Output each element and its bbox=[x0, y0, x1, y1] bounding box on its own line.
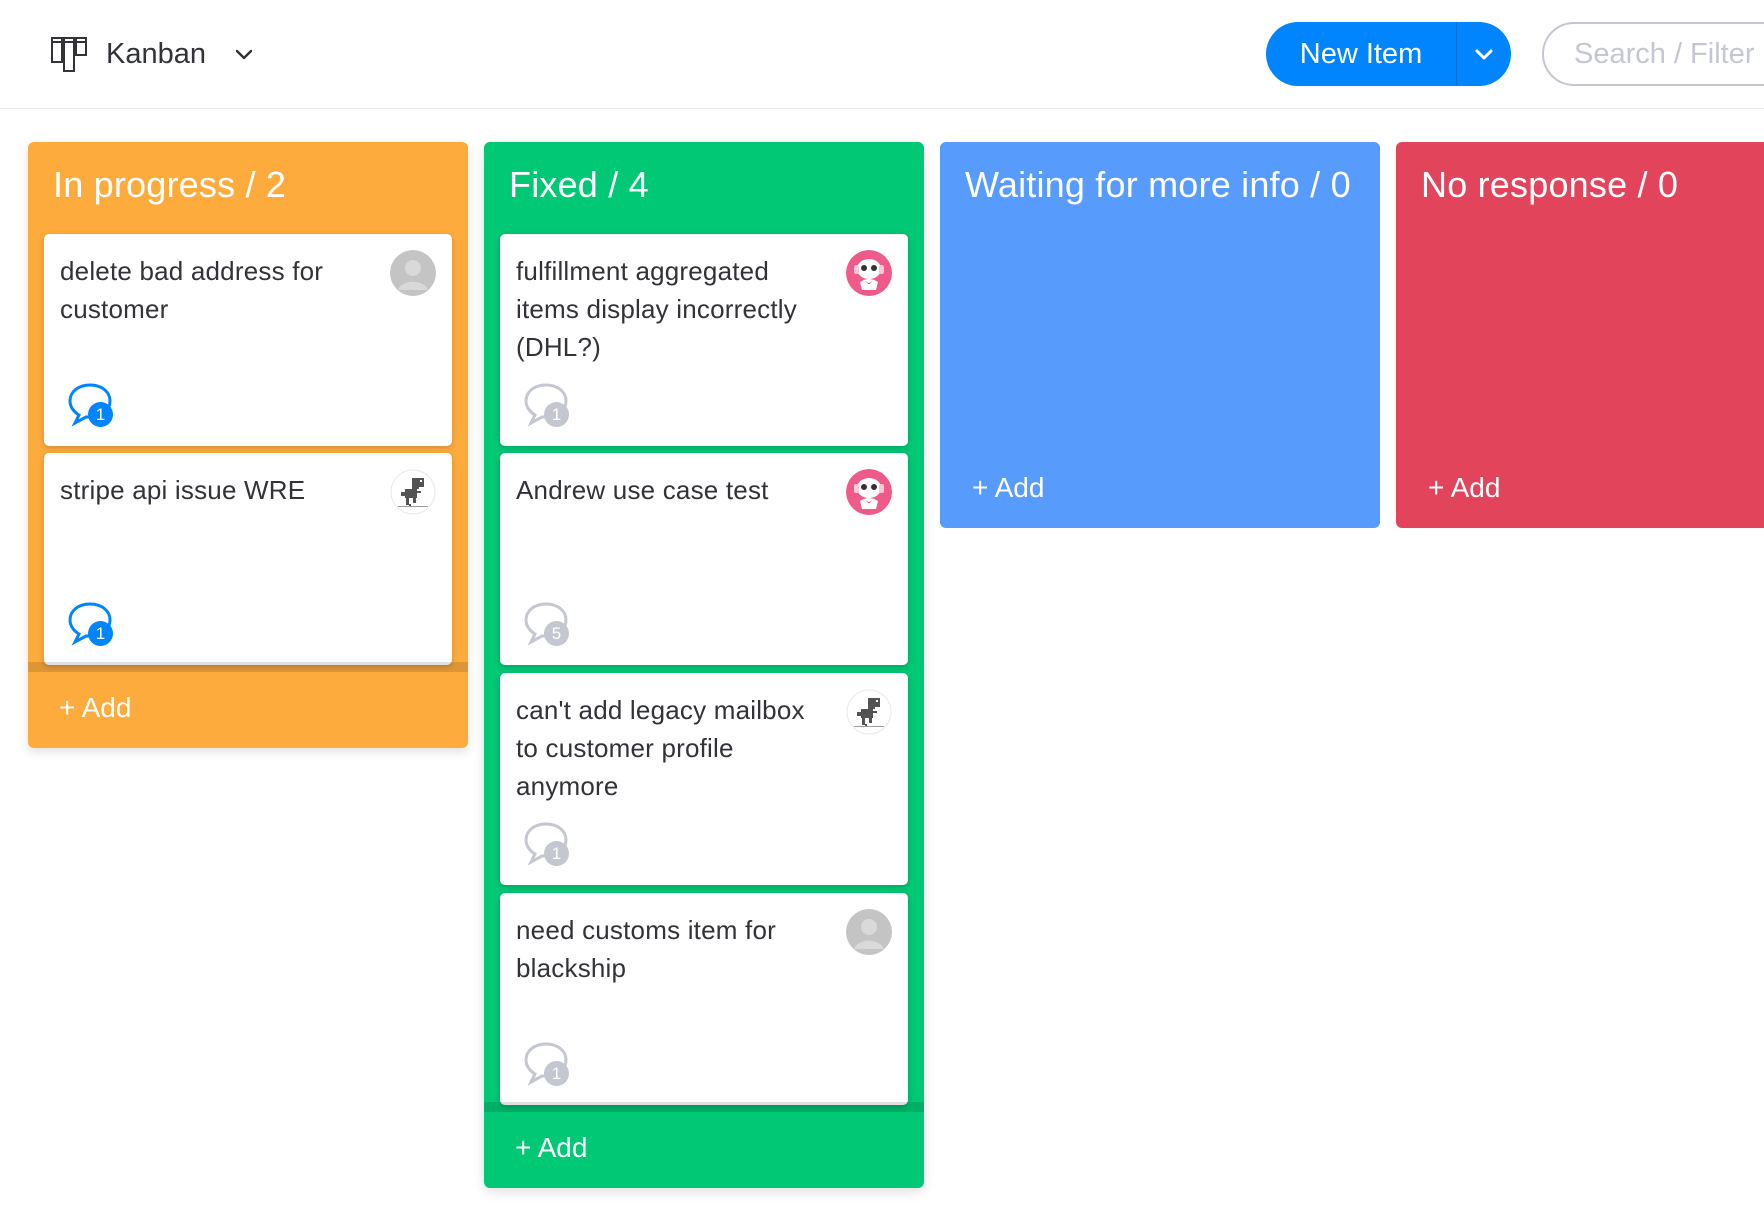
view-switcher[interactable]: Kanban bbox=[50, 32, 256, 76]
updates-count-badge: 5 bbox=[544, 621, 569, 646]
item-card[interactable]: delete bad address for customer 1 bbox=[44, 234, 452, 446]
board-header: Kanban New Item bbox=[0, 0, 1764, 109]
new-item-split-button: New Item bbox=[1266, 22, 1511, 86]
default-avatar[interactable] bbox=[846, 909, 892, 955]
add-item-button[interactable]: + Add bbox=[972, 472, 1044, 504]
updates-button[interactable]: 1 bbox=[522, 382, 572, 430]
column-waiting-for-more-info: Waiting for more info / 0 + Add bbox=[940, 142, 1380, 528]
new-item-button[interactable]: New Item bbox=[1266, 38, 1456, 71]
updates-count-badge: 1 bbox=[88, 621, 113, 646]
search-filter-input[interactable] bbox=[1542, 22, 1764, 86]
item-card[interactable]: need customs item for blackship 1 bbox=[500, 893, 908, 1105]
column-footer-divider bbox=[28, 662, 468, 672]
updates-button[interactable]: 1 bbox=[66, 601, 116, 649]
item-title: fulfillment aggregated items display inc… bbox=[516, 256, 797, 362]
updates-count-badge: 1 bbox=[88, 402, 113, 427]
add-item-button[interactable]: + Add bbox=[1428, 472, 1500, 504]
updates-button[interactable]: 1 bbox=[66, 382, 116, 430]
column-title: Fixed / 4 bbox=[509, 164, 649, 205]
updates-button[interactable]: 5 bbox=[522, 601, 572, 649]
column-title: Waiting for more info / 0 bbox=[965, 164, 1351, 205]
item-card[interactable]: fulfillment aggregated items display inc… bbox=[500, 234, 908, 446]
view-title: Kanban bbox=[106, 37, 206, 70]
dino-avatar[interactable] bbox=[390, 469, 436, 515]
pink-robot-avatar[interactable] bbox=[846, 250, 892, 296]
new-item-dropdown-button[interactable] bbox=[1457, 22, 1511, 86]
column-no-response: No response / 0 + Add bbox=[1396, 142, 1764, 528]
item-card[interactable]: Andrew use case test 5 bbox=[500, 453, 908, 665]
add-item-button[interactable]: + Add bbox=[59, 692, 131, 724]
kanban-board-icon bbox=[51, 37, 87, 72]
item-title: delete bad address for customer bbox=[60, 256, 324, 324]
item-card[interactable]: can't add legacy mailbox to customer pro… bbox=[500, 673, 908, 885]
updates-button[interactable]: 1 bbox=[522, 821, 572, 869]
chevron-down-icon bbox=[1475, 49, 1493, 60]
item-title: can't add legacy mailbox to customer pro… bbox=[516, 695, 805, 801]
updates-count-badge: 1 bbox=[544, 1061, 569, 1086]
updates-count-badge: 1 bbox=[544, 402, 569, 427]
column-footer-divider bbox=[484, 1102, 924, 1112]
default-avatar[interactable] bbox=[390, 250, 436, 296]
add-item-button[interactable]: + Add bbox=[515, 1132, 587, 1164]
item-title: need customs item for blackship bbox=[516, 915, 776, 983]
chevron-down-icon bbox=[235, 49, 253, 60]
item-title: Andrew use case test bbox=[516, 475, 769, 505]
column-in-progress: In progress / 2 delete bad address for c… bbox=[28, 142, 468, 748]
updates-button[interactable]: 1 bbox=[522, 1041, 572, 1089]
dino-avatar[interactable] bbox=[846, 689, 892, 735]
column-title: In progress / 2 bbox=[53, 164, 287, 205]
item-card[interactable]: stripe api issue WRE 1 bbox=[44, 453, 452, 665]
item-title: stripe api issue WRE bbox=[60, 475, 306, 505]
column-title: No response / 0 bbox=[1421, 164, 1679, 205]
pink-robot-avatar[interactable] bbox=[846, 469, 892, 515]
column-fixed: Fixed / 4 fulfillment aggregated items d… bbox=[484, 142, 924, 1188]
updates-count-badge: 1 bbox=[544, 841, 569, 866]
